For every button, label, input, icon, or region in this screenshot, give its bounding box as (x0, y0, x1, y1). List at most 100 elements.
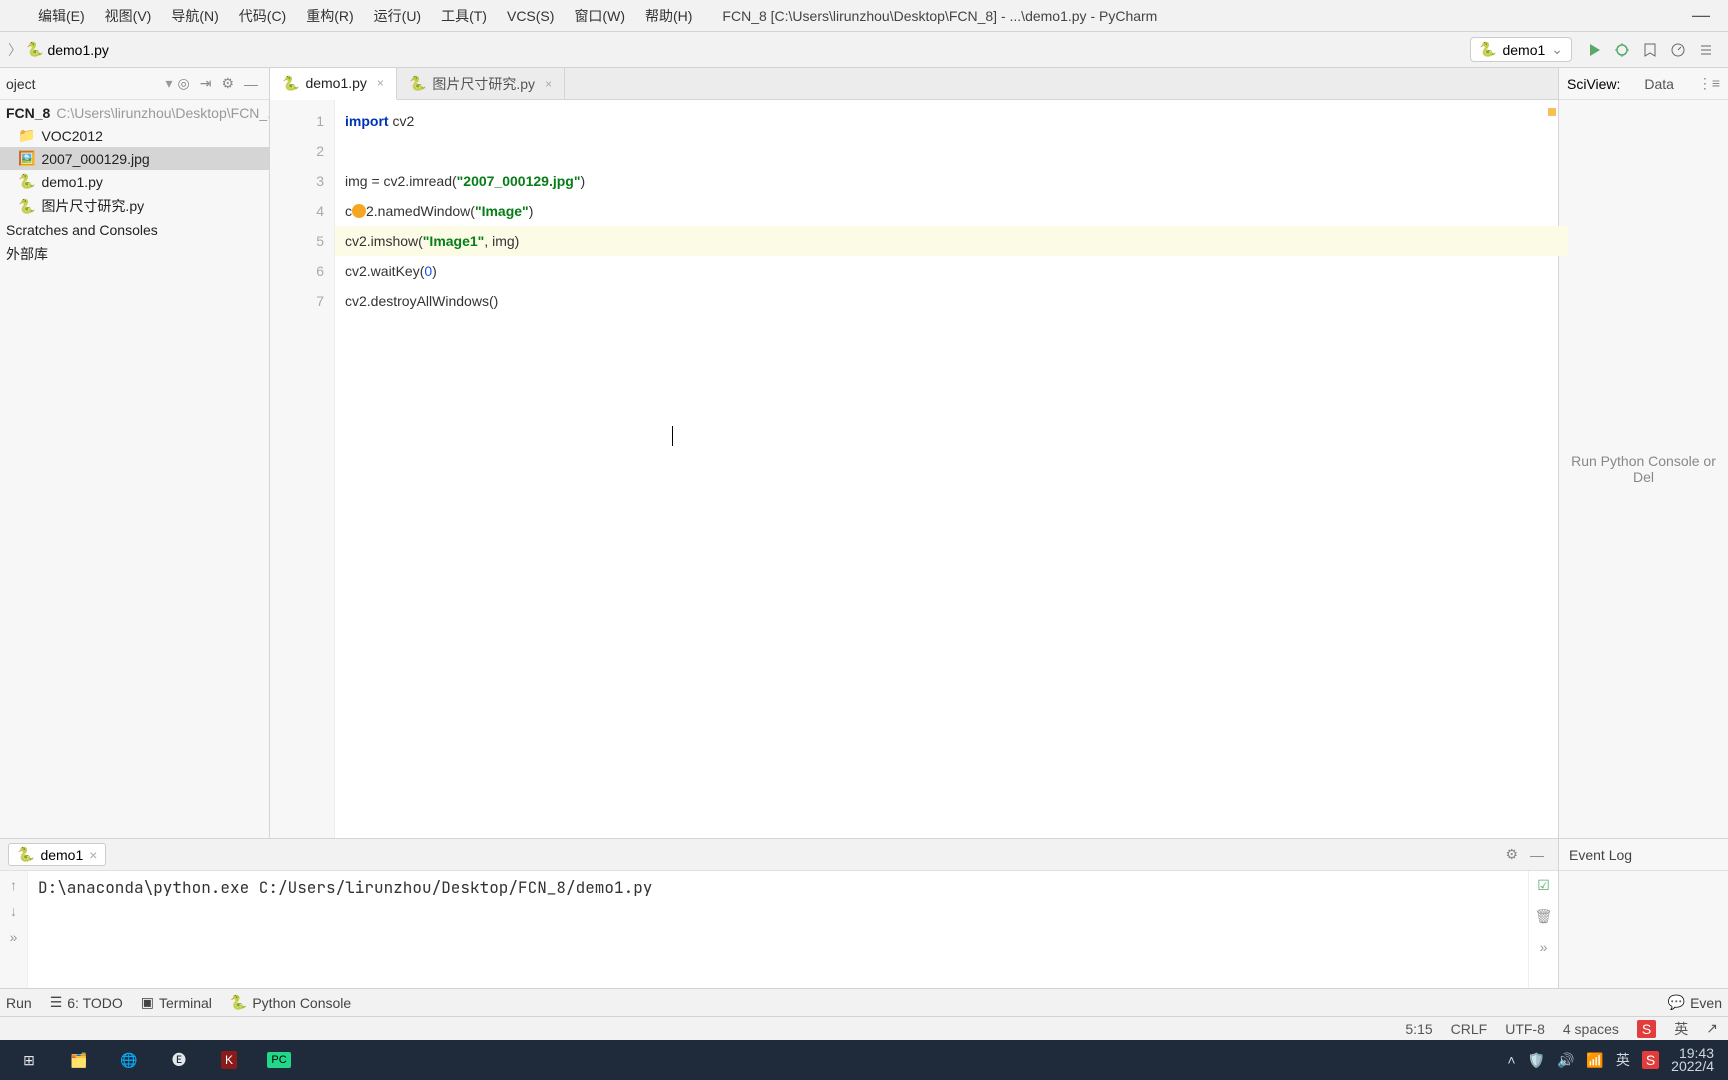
bottom-tool-tabs: Run ☰6: TODO ▣Terminal 🐍Python Console 💬… (0, 988, 1728, 1016)
taskbar-explorer[interactable]: 🗂️ (56, 1042, 102, 1078)
tray-security-icon[interactable]: 🛡️ (1528, 1052, 1545, 1069)
taskbar-start-button[interactable]: ⊞ (6, 1042, 52, 1078)
run-button[interactable] (1583, 39, 1605, 61)
tool-tab-event-log[interactable]: 💬Even (1668, 994, 1722, 1011)
debug-button[interactable] (1611, 39, 1633, 61)
close-icon[interactable]: × (89, 847, 97, 863)
run-tab[interactable]: 🐍 demo1 × (8, 843, 106, 866)
taskbar-edge[interactable]: 🅔 (156, 1042, 202, 1078)
tray-ime[interactable]: S (1642, 1051, 1659, 1069)
menu-item-run[interactable]: 运行(U) (364, 2, 431, 30)
status-indent[interactable]: 4 spaces (1563, 1021, 1619, 1037)
python-file-icon: 🐍 (18, 173, 35, 190)
menu-item-vcs[interactable]: VCS(S) (497, 4, 564, 28)
taskbar-chrome[interactable]: 🌐 (106, 1042, 152, 1078)
tree-file-image[interactable]: 🖼️ 2007_000129.jpg (0, 147, 269, 170)
editor-area: 🐍 demo1.py × 🐍 图片尺寸研究.py × 1234567 impor… (270, 68, 1558, 838)
locate-icon[interactable]: ◎ (177, 75, 189, 92)
taskbar-app-k[interactable]: K (206, 1042, 252, 1078)
status-line-separator[interactable]: CRLF (1451, 1021, 1488, 1037)
tree-file-research[interactable]: 🐍 图片尺寸研究.py (0, 193, 269, 219)
menu-item-window[interactable]: 窗口(W) (564, 2, 635, 30)
breadcrumb-file[interactable]: demo1.py (47, 42, 108, 58)
menu-item-view[interactable]: 视图(V) (95, 2, 162, 30)
sciview-panel: SciView: Data ⋮≡ Run Python Console or D… (1558, 68, 1728, 838)
profile-button[interactable] (1667, 39, 1689, 61)
event-log-panel: Event Log (1558, 839, 1728, 988)
minimize-button[interactable]: — (1682, 5, 1720, 26)
breadcrumb-sep-icon: 〉 (8, 40, 22, 60)
status-ime-badge[interactable]: S (1637, 1020, 1656, 1038)
sciview-data-tab[interactable]: Data (1636, 74, 1682, 94)
run-config-dropdown[interactable]: 🐍 demo1 ⌄ (1470, 37, 1572, 62)
editor-tab-demo1[interactable]: 🐍 demo1.py × (270, 68, 397, 100)
python-file-icon: 🐍 (18, 198, 35, 215)
tray-wifi-icon[interactable]: 📶 (1586, 1052, 1603, 1069)
navigation-bar: 〉 🐍 demo1.py 🐍 demo1 ⌄ (0, 32, 1728, 68)
project-tree[interactable]: FCN_8 C:\Users\lirunzhou\Desktop\FCN_...… (0, 100, 269, 838)
menu-item-edit[interactable]: 编辑(E) (28, 2, 95, 30)
tree-scratches[interactable]: Scratches and Consoles (0, 219, 269, 241)
menu-item-help[interactable]: 帮助(H) (635, 2, 702, 30)
chevron-down-icon: ⌄ (1551, 41, 1563, 58)
menu-item-tools[interactable]: 工具(T) (431, 2, 497, 30)
line-gutter: 1234567 (270, 100, 335, 838)
tree-file-demo1[interactable]: 🐍 demo1.py (0, 170, 269, 193)
editor-tabs: 🐍 demo1.py × 🐍 图片尺寸研究.py × (270, 68, 1558, 100)
status-notif-icon[interactable]: ↗ (1706, 1020, 1718, 1037)
scroll-up-icon[interactable]: ↑ (10, 877, 17, 893)
tree-folder-voc2012[interactable]: 📁 VOC2012 (0, 124, 269, 147)
warning-marker[interactable] (1548, 108, 1556, 116)
run-tool-window: 🐍 demo1 × ⚙ — ↑ ↓ » D:\anaconda\python.e… (0, 838, 1728, 988)
taskbar-pycharm[interactable]: PC (256, 1042, 302, 1078)
scroll-down-icon[interactable]: ↓ (10, 903, 17, 919)
more-icon[interactable]: » (10, 929, 18, 945)
menu-item-refactor[interactable]: 重构(R) (296, 2, 363, 30)
tray-volume-icon[interactable]: 🔊 (1557, 1052, 1574, 1069)
intention-bulb-icon[interactable] (352, 204, 366, 218)
event-log-title: Event Log (1559, 839, 1728, 871)
menu-item-code[interactable]: 代码(C) (229, 2, 296, 30)
expand-icon[interactable]: » (1540, 939, 1548, 955)
trash-icon[interactable]: 🗑 (1535, 908, 1553, 925)
code-editor[interactable]: 1234567 import cv2img = cv2.imread("2007… (270, 100, 1558, 838)
check-icon[interactable]: ☑ (1537, 877, 1550, 894)
file-icon: 🖼️ (18, 150, 35, 167)
hide-icon[interactable]: — (244, 76, 258, 92)
run-output[interactable]: D:\anaconda\python.exe C:/Users/lirunzho… (28, 871, 1528, 988)
close-icon[interactable]: × (545, 77, 552, 91)
status-cursor[interactable]: 5:15 (1405, 1021, 1432, 1037)
project-dropdown-icon[interactable]: ▾ (165, 75, 172, 92)
project-tool-window: oject ▾ ◎ ⇥ ⚙ — FCN_8 C:\Users\lirunzhou… (0, 68, 270, 838)
tool-tab-python-console[interactable]: 🐍Python Console (230, 994, 351, 1011)
windows-taskbar: ⊞ 🗂️ 🌐 🅔 K PC ˄ 🛡️ 🔊 📶 英 S 19:43 2022/4 (0, 1040, 1728, 1080)
tray-lang[interactable]: 英 (1616, 1050, 1630, 1070)
sciview-title: SciView: (1567, 76, 1620, 92)
menu-item-navigate[interactable]: 导航(N) (161, 2, 228, 30)
editor-tab-research[interactable]: 🐍 图片尺寸研究.py × (397, 68, 565, 99)
run-settings-icon[interactable]: ⚙ (1505, 846, 1518, 863)
run-config-label: demo1 (1502, 42, 1545, 58)
coverage-button[interactable] (1639, 39, 1661, 61)
gear-icon[interactable]: ⚙ (221, 75, 234, 92)
run-hide-icon[interactable]: — (1530, 847, 1544, 863)
folder-icon: 📁 (18, 127, 35, 144)
sciview-menu-icon[interactable]: ⋮≡ (1698, 75, 1720, 92)
collapse-icon[interactable]: ⇥ (200, 75, 212, 92)
tool-tab-terminal[interactable]: ▣Terminal (141, 994, 212, 1011)
sciview-placeholder: Run Python Console or Del (1559, 100, 1728, 838)
tool-tab-run[interactable]: Run (6, 995, 32, 1011)
menu-item-file[interactable] (8, 12, 28, 20)
close-icon[interactable]: × (377, 76, 384, 90)
tray-date[interactable]: 2022/4 (1671, 1060, 1714, 1073)
tree-external-libs[interactable]: 外部库 (0, 241, 269, 267)
project-title: oject (6, 76, 161, 92)
tool-tab-todo[interactable]: ☰6: TODO (50, 994, 123, 1011)
window-title: FCN_8 [C:\Users\lirunzhou\Desktop\FCN_8]… (722, 8, 1682, 24)
status-encoding[interactable]: UTF-8 (1505, 1021, 1545, 1037)
status-lang[interactable]: 英 (1674, 1019, 1688, 1039)
status-bar: 5:15 CRLF UTF-8 4 spaces S 英 ↗ (0, 1016, 1728, 1040)
tray-chevron-icon[interactable]: ˄ (1507, 1052, 1515, 1068)
tree-root[interactable]: FCN_8 C:\Users\lirunzhou\Desktop\FCN_... (0, 102, 269, 124)
search-everywhere-button[interactable] (1695, 39, 1717, 61)
